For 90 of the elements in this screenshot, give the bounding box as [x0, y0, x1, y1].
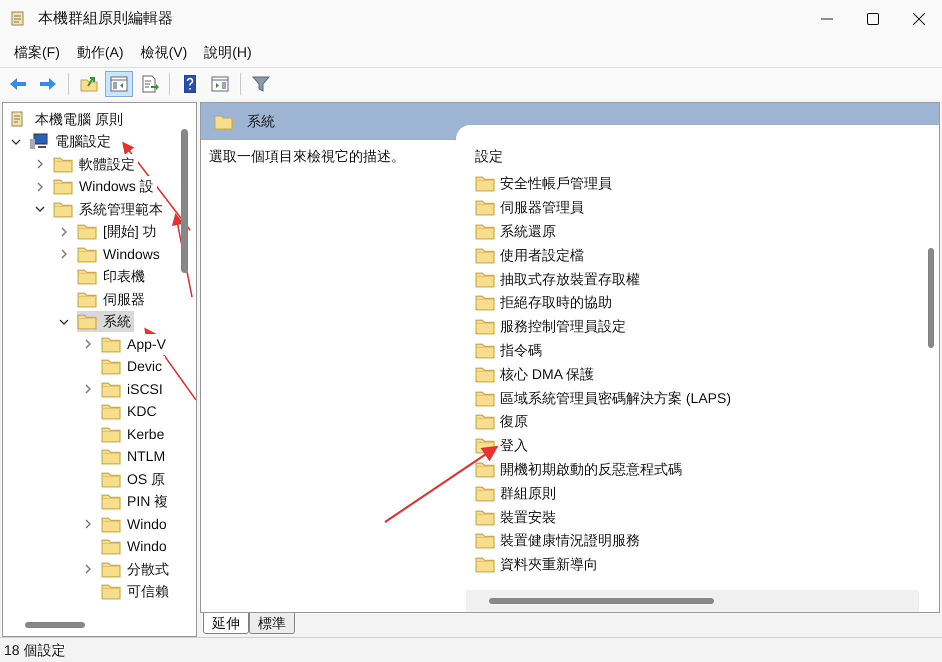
chevron-right-icon[interactable]: [59, 249, 69, 260]
folder-icon: [53, 200, 73, 218]
folder-icon: [77, 313, 97, 330]
tree-item[interactable]: Devic: [101, 356, 166, 378]
filter-icon: [251, 74, 271, 94]
horizontal-scrollbar[interactable]: [489, 598, 714, 604]
folder-icon: [475, 294, 495, 312]
vertical-scrollbar[interactable]: [928, 248, 934, 348]
chevron-down-icon[interactable]: [35, 204, 45, 214]
chevron-right-icon[interactable]: [83, 339, 93, 350]
folder-icon: [53, 178, 73, 196]
chevron-right-icon[interactable]: [83, 519, 93, 530]
folder-icon: [475, 460, 495, 478]
menu-item[interactable]: 動作(A): [68, 40, 132, 66]
folder-icon: [101, 470, 121, 488]
chevron-right-icon[interactable]: [35, 159, 45, 170]
folder-icon: [475, 413, 495, 430]
folder-icon: [101, 516, 121, 533]
chevron-down-icon[interactable]: [11, 136, 21, 147]
list-item[interactable]: 系統還原: [475, 220, 732, 244]
folder-icon: [101, 493, 121, 510]
tab[interactable]: 延伸: [203, 613, 249, 634]
chevron-down-icon[interactable]: [59, 316, 69, 327]
folder-icon: [101, 380, 121, 398]
list-item[interactable]: 拒絕存取時的協助: [475, 290, 732, 315]
menu-item[interactable]: 說明(H): [196, 40, 260, 66]
tree-item[interactable]: App-V: [101, 334, 169, 355]
folder-icon: [214, 114, 233, 130]
list-item[interactable]: 指令碼: [475, 338, 732, 362]
folder-icon: [475, 532, 495, 550]
folder-icon: [77, 290, 97, 308]
list-item[interactable]: 服務控制管理員設定: [475, 314, 732, 339]
chevron-right-icon[interactable]: [83, 564, 93, 574]
description-text: 選取一個項目來檢視它的描述。: [209, 147, 405, 166]
folder-icon: [101, 336, 121, 353]
close-icon: [913, 13, 925, 25]
folder-icon: [475, 199, 495, 216]
folder-icon: [101, 403, 121, 420]
list-item[interactable]: 開機初期啟動的反惡意程式碼: [475, 458, 732, 482]
list-item[interactable]: 群組原則: [475, 481, 732, 506]
folder-icon: [77, 223, 97, 240]
folder-icon: [475, 222, 495, 240]
list-item[interactable]: 裝置安裝: [475, 505, 732, 529]
vertical-scrollbar[interactable]: [181, 129, 188, 273]
tree-item[interactable]: 系統: [77, 311, 134, 332]
folder-icon: [101, 426, 121, 443]
menu-item[interactable]: 檔案(F): [6, 40, 68, 66]
list-item[interactable]: 登入: [475, 434, 732, 458]
list-item[interactable]: 裝置健康情況證明服務: [475, 528, 732, 553]
list-item[interactable]: 復原: [475, 410, 732, 434]
folder-icon: [77, 246, 97, 263]
list-item[interactable]: 核心 DMA 保護: [475, 362, 732, 386]
folder-icon: [475, 342, 495, 359]
tree-pane-icon: [109, 74, 129, 94]
details-title: 系統: [247, 112, 275, 131]
list-item[interactable]: 區域系統管理員密碼解決方案 (LAPS): [475, 386, 732, 410]
status-text: 18 個設定: [3, 640, 66, 660]
list-item[interactable]: 抽取式存放裝置存取權: [475, 267, 732, 291]
folder-icon: [475, 318, 495, 336]
folder-icon: [101, 358, 121, 376]
minimize-icon: [821, 18, 833, 20]
list-item[interactable]: 伺服器管理員: [475, 196, 732, 220]
list-item[interactable]: 安全性帳戶管理員: [475, 172, 732, 196]
folder-icon: [101, 583, 121, 600]
chevron-right-icon[interactable]: [59, 226, 69, 237]
folder-icon: [475, 175, 495, 192]
list-item[interactable]: 使用者設定檔: [475, 243, 732, 268]
toolbar-button[interactable]: [105, 71, 133, 97]
chevron-right-icon[interactable]: [83, 384, 93, 394]
folder-icon: [475, 556, 495, 574]
folder-icon: [101, 560, 121, 578]
window-title: 本機群組原則編輯器: [38, 8, 173, 29]
list-item[interactable]: 資料夾重新導向: [475, 552, 732, 577]
maximize-icon: [867, 13, 879, 25]
tree-item[interactable]: 軟體設定: [53, 154, 138, 175]
folder-up-icon: [79, 74, 99, 94]
folder-icon: [101, 538, 121, 556]
tree-item[interactable]: 本機電腦 原則: [35, 108, 123, 130]
tab[interactable]: 標準: [249, 613, 295, 634]
horizontal-scrollbar[interactable]: [25, 622, 85, 628]
action-pane-icon: [210, 74, 230, 94]
folder-icon: [77, 268, 97, 286]
folder-icon: [101, 448, 121, 466]
tree-item[interactable]: Windows 設: [53, 176, 157, 198]
menu-item[interactable]: 檢視(V): [132, 40, 196, 66]
computer-icon: [29, 133, 49, 150]
chevron-right-icon[interactable]: [35, 182, 45, 192]
column-header: 設定: [475, 147, 504, 166]
folder-icon: [53, 156, 73, 173]
tree-item[interactable]: 系統管理範本: [53, 198, 166, 220]
